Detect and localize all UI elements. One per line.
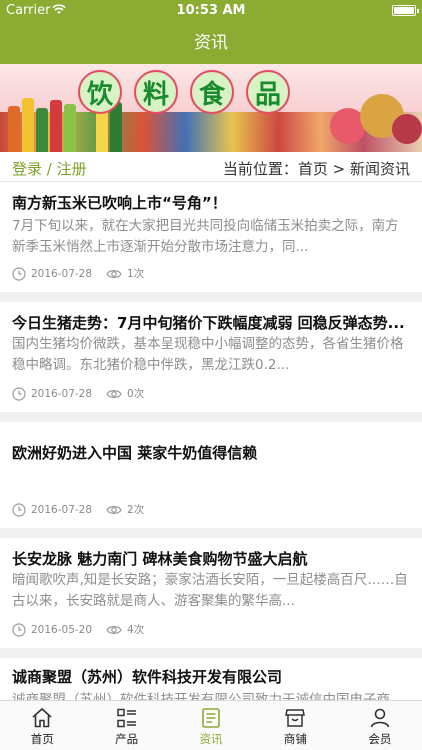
clock-icon [12,266,26,281]
tab-label: 产品 [115,732,139,746]
banner-char: 饮 [78,70,122,114]
bottle-shape [36,108,48,152]
news-summary: 7月下旬以来，就在大家把目光共同投向临储玉米拍卖之际，南方新季玉米悄然上市逐渐开… [12,218,399,255]
tab-label: 资讯 [199,732,223,746]
store-icon [285,709,306,727]
eye-icon [106,388,122,400]
news-views: 4次 [127,624,145,636]
tab-label: 商铺 [283,732,307,746]
tab-home[interactable]: 首页 [0,701,84,750]
news-item[interactable]: 南方新玉米已吹响上市“号角”！ 7月下旬以来，就在大家把目光共同投向临储玉米拍卖… [0,182,422,292]
news-date: 2016-07-28 [31,387,93,400]
news-date: 2016-07-28 [31,267,93,280]
news-meta: 2016-07-28 2次 [12,502,144,517]
eye-icon [106,268,122,280]
clock-icon [12,622,26,637]
home-icon [32,707,52,728]
news-title[interactable]: 欧洲好奶进入中国 莱家牛奶值得信赖 [12,442,410,463]
news-item[interactable]: 欧洲好奶进入中国 莱家牛奶值得信赖 2016-07-28 2次 [0,422,422,528]
banner-image[interactable]: 饮 料 食 品 [0,64,422,152]
food-shape [392,114,422,144]
news-summary: 暗闻歌吹声,知是长安路；豪家沽酒长安陌，一旦起楼高百尺……自古以来，长安路就是商… [12,572,408,609]
news-item[interactable]: 长安龙脉 魅力南门 碑林美食购物节盛大启航 暗闻歌吹声,知是长安路；豪家沽酒长安… [0,538,422,648]
tab-news[interactable]: 资讯 [169,701,253,750]
news-date: 2016-05-20 [31,623,93,636]
news-meta: 2016-05-20 4次 [12,622,144,637]
news-item[interactable]: 诚商聚盟（苏州）软件科技开发有限公司 诚商聚盟（苏州）软件科技开发有限公司致力于… [0,658,422,700]
news-item[interactable]: 今日生猪走势：7月中旬猪价下跌幅度减弱 回稳反弹态势... 国内生猪均价微跌，基… [0,302,422,412]
eye-icon [106,624,122,636]
tab-store[interactable]: 商铺 [253,701,337,750]
news-title[interactable]: 南方新玉米已吹响上市“号角”！ [12,192,410,213]
news-icon [202,708,220,728]
news-views: 2次 [127,504,145,516]
login-register-link[interactable]: 登录 / 注册 [12,158,87,179]
news-summary: 诚商聚盟（苏州）软件科技开发有限公司致力于诚信中国电子商 [12,692,390,700]
news-title[interactable]: 诚商聚盟（苏州）软件科技开发有限公司 [12,666,410,687]
nav-bar: 资讯 [0,22,422,64]
tab-products[interactable]: 产品 [84,701,168,750]
clock-icon [12,502,26,517]
news-title[interactable]: 今日生猪走势：7月中旬猪价下跌幅度减弱 回稳反弹态势... [12,312,410,333]
news-meta: 2016-07-28 0次 [12,386,144,401]
status-bar: Carrier 10:53 AM [0,0,422,22]
bottle-shape [22,98,34,152]
bottle-shape [8,106,20,152]
news-meta: 2016-07-28 1次 [12,266,144,281]
breadcrumb[interactable]: 当前位置：首页 > 新闻资讯 [223,158,410,179]
tab-label: 会员 [368,732,392,746]
battery-icon [392,5,419,16]
banner-char: 料 [134,70,178,114]
user-icon [370,708,390,728]
status-time: 10:53 AM [176,3,246,18]
tab-label: 首页 [30,732,54,746]
list-icon [116,708,136,728]
news-title[interactable]: 长安龙脉 魅力南门 碑林美食购物节盛大启航 [12,548,410,569]
bottle-shape [64,104,76,152]
page-title: 资讯 [194,33,228,53]
news-views: 1次 [127,268,145,280]
news-views: 0次 [127,388,145,400]
tab-bar: 首页 产品 资讯 商铺 会员 [0,700,422,750]
banner-char: 食 [190,70,234,114]
banner-title: 饮 料 食 品 [78,70,290,114]
clock-icon [12,386,26,401]
banner-char: 品 [246,70,290,114]
news-date: 2016-07-28 [31,503,93,516]
tab-member[interactable]: 会员 [338,701,422,750]
news-summary: 国内生猪均价微跌，基本呈现稳中小幅调整的态势，各省生猪价格稳中略调。东北猪价稳中… [12,336,404,373]
breadcrumb-bar: 登录 / 注册 当前位置：首页 > 新闻资讯 [0,152,422,182]
bottle-shape [50,100,62,152]
eye-icon [106,504,122,516]
